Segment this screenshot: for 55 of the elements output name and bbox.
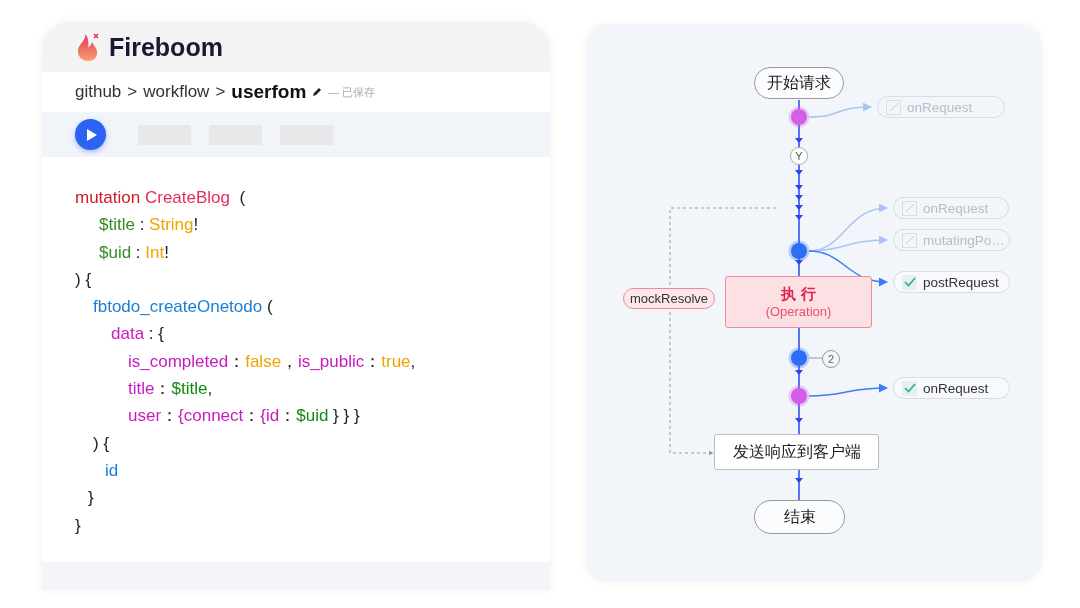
operation-title: 执 行 [781,285,816,304]
response-node[interactable]: 发送响应到客户端 [714,434,879,470]
check-icon [903,383,916,393]
hook-label: onRequest [907,99,973,115]
code-line: user：{connect：{id：$uid } } } [128,406,360,426]
breadcrumb-item[interactable]: github [75,82,122,102]
code-line: } [88,488,94,508]
breadcrumb-item[interactable]: workflow [143,82,210,102]
play-icon [86,127,98,142]
code-line: $uid : Int! [99,242,169,262]
logo-text: Fireboom [109,32,223,62]
code-line: ) { [75,269,92,289]
hook-arrow [808,102,872,118]
code-line: is_completed：false，is_public：true, [128,351,416,371]
flame-icon [75,32,101,62]
branch-badge: Y [790,147,808,165]
hook-label: mutatingPo… [923,232,1005,248]
slash-icon [887,101,900,113]
hook-dot[interactable] [788,385,810,407]
check-icon [903,277,916,287]
checkbox[interactable] [902,232,917,248]
code-line: ) { [93,433,110,453]
code-line: $title : String! [99,215,199,235]
start-node[interactable]: 开始请求 [754,67,844,99]
hook-dot[interactable] [788,347,810,369]
breadcrumb-separator: > [215,82,226,102]
pencil-icon[interactable] [312,87,323,97]
end-node[interactable]: 结束 [754,500,845,534]
hook-item[interactable]: onRequest [893,377,1010,399]
hook-label: onRequest [923,380,989,396]
code-line: } [75,515,81,535]
hook-item[interactable]: postRequest [893,271,1010,293]
save-status: — 已保存 [328,84,376,100]
slash-icon [903,234,916,246]
checkbox[interactable] [902,274,917,290]
run-button[interactable] [75,119,106,150]
operation-node[interactable]: 执 行 (Operation) [725,276,872,328]
code-line: fbtodo_createOnetodo ( [93,297,273,317]
code-line: title：$title, [128,379,213,399]
operation-subtitle: (Operation) [765,304,832,319]
checkbox[interactable] [902,200,917,216]
file-name: userfom [231,81,307,103]
hook-dot[interactable] [788,240,810,262]
mock-resolve-tag[interactable]: mockResolve [623,288,716,309]
count-badge: 2 [822,350,840,368]
code-line: mutation CreateBlog ( [75,188,246,207]
checkbox[interactable] [902,380,917,396]
breadcrumb-separator: > [127,82,138,102]
slash-icon [903,202,916,214]
hook-label: onRequest [923,200,989,216]
hook-dot[interactable] [788,106,810,128]
hook-label: postRequest [923,274,999,290]
code-line: id [105,460,119,480]
code-line: data : { [111,324,164,344]
checkbox[interactable] [886,99,901,115]
